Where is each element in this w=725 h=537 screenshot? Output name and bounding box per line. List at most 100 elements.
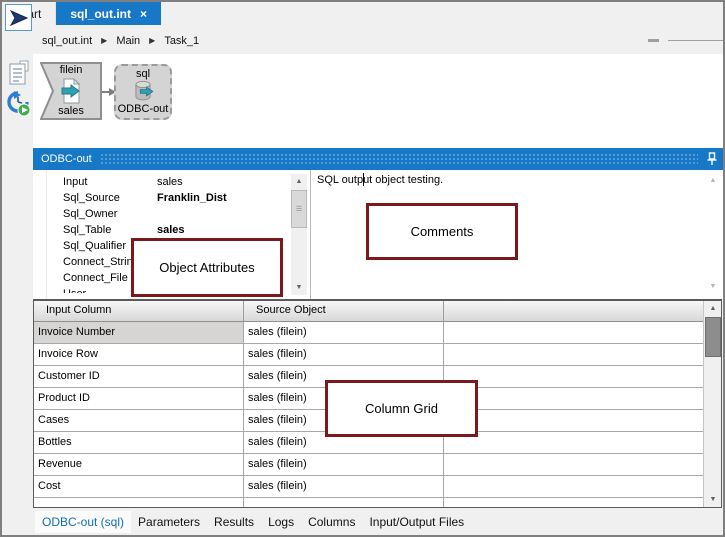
attribute-value[interactable]: Franklin_Dist bbox=[157, 190, 292, 206]
database-arrow-icon bbox=[135, 80, 154, 101]
breadcrumb-item-main[interactable]: Main bbox=[116, 35, 140, 47]
node-name-label: sales bbox=[58, 105, 84, 117]
node-sql-odbc-out[interactable]: sql ODBC-out bbox=[114, 64, 172, 120]
cell-input-column[interactable]: Revenue bbox=[34, 454, 244, 475]
annotation-comments: Comments bbox=[366, 203, 518, 260]
bottom-tab-odbc-out-sql-[interactable]: ODBC-out (sql) bbox=[35, 511, 132, 533]
table-row[interactable]: Invoice Row sales (filein) bbox=[34, 344, 703, 366]
column-grid-header: Input Column Source Object bbox=[34, 301, 703, 322]
attribute-value[interactable] bbox=[157, 206, 292, 222]
bottom-tab-columns[interactable]: Columns bbox=[301, 511, 362, 533]
attribute-label: Sql_Owner bbox=[63, 208, 118, 220]
cell-extra[interactable] bbox=[444, 388, 703, 409]
flow-design-icon bbox=[9, 9, 28, 26]
attribute-row[interactable]: Sql_Table sales bbox=[48, 222, 292, 238]
bottom-tabbar: ODBC-out (sql) Parameters Results Logs C… bbox=[2, 509, 723, 535]
annotation-label: Column Grid bbox=[365, 401, 438, 416]
scroll-down-icon[interactable]: ▼ bbox=[704, 492, 721, 507]
chevron-right-icon: ▶ bbox=[149, 36, 156, 45]
table-row[interactable] bbox=[34, 498, 703, 507]
cell-extra[interactable] bbox=[444, 410, 703, 431]
run-history-button[interactable] bbox=[7, 90, 31, 118]
scroll-up-icon[interactable]: ▲ bbox=[704, 301, 721, 316]
app-window: Start sql_out.int × sql_out.int ▶ Main ▶… bbox=[0, 0, 725, 537]
attribute-row[interactable]: Sql_Source Franklin_Dist bbox=[48, 190, 292, 206]
cell-input-column[interactable]: Invoice Row bbox=[34, 344, 244, 365]
cell-input-column[interactable]: Bottles bbox=[34, 432, 244, 453]
breadcrumb-item-file[interactable]: sql_out.int bbox=[42, 35, 92, 47]
bottom-tab-input-output-files[interactable]: Input/Output Files bbox=[362, 511, 471, 533]
annotation-object-attributes: Object Attributes bbox=[131, 238, 283, 297]
attribute-value[interactable]: sales bbox=[157, 174, 292, 190]
attribute-row[interactable]: Sql_Owner bbox=[48, 206, 292, 222]
panel-splitter-line bbox=[668, 40, 723, 41]
cell-input-column[interactable]: Customer ID bbox=[34, 366, 244, 387]
cell-extra[interactable] bbox=[444, 454, 703, 475]
panel-header-dots bbox=[99, 153, 698, 165]
table-row[interactable]: Invoice Number sales (filein) bbox=[34, 322, 703, 344]
bottom-tab-results[interactable]: Results bbox=[207, 511, 261, 533]
annotation-label: Object Attributes bbox=[159, 260, 255, 275]
column-header-extra[interactable] bbox=[444, 301, 703, 321]
scroll-down-icon[interactable]: ▼ bbox=[291, 280, 307, 295]
cell-extra[interactable] bbox=[444, 498, 703, 507]
annotation-label: Comments bbox=[410, 224, 474, 239]
cell-source-object[interactable]: sales (filein) bbox=[244, 454, 444, 475]
cell-input-column[interactable]: Invoice Number bbox=[34, 322, 244, 343]
breadcrumb: sql_out.int ▶ Main ▶ Task_1 bbox=[42, 25, 199, 56]
attribute-row[interactable]: Input sales bbox=[48, 174, 292, 190]
cell-input-column[interactable] bbox=[34, 498, 244, 507]
node-type-label: sql bbox=[135, 68, 151, 80]
flow-canvas[interactable]: filein sales sql ODBC-out bbox=[33, 54, 723, 148]
cell-extra[interactable] bbox=[444, 344, 703, 365]
table-row[interactable]: Revenue sales (filein) bbox=[34, 454, 703, 476]
cell-source-object[interactable]: sales (filein) bbox=[244, 344, 444, 365]
attribute-value[interactable]: sales bbox=[157, 222, 292, 238]
scroll-up-icon[interactable]: ▲ bbox=[705, 173, 721, 188]
scroll-up-icon[interactable]: ▲ bbox=[291, 174, 307, 189]
scrollbar-thumb[interactable] bbox=[705, 317, 721, 357]
close-icon[interactable]: × bbox=[140, 7, 147, 21]
breadcrumb-item-task[interactable]: Task_1 bbox=[164, 35, 199, 47]
attribute-label: Sql_Source bbox=[63, 192, 120, 204]
attribute-label: Input bbox=[63, 176, 88, 188]
cell-extra[interactable] bbox=[444, 366, 703, 387]
file-arrow-icon bbox=[61, 77, 81, 103]
comments-text[interactable]: SQL output object testing. bbox=[317, 174, 443, 186]
attributes-scrollbar[interactable]: ▲ ☰ ▼ bbox=[291, 174, 307, 295]
attributes-gutter bbox=[33, 170, 47, 299]
panel-title: ODBC-out bbox=[41, 153, 92, 165]
bottom-tab-parameters[interactable]: Parameters bbox=[131, 511, 207, 533]
bottom-tab-logs[interactable]: Logs bbox=[261, 511, 301, 533]
cell-extra[interactable] bbox=[444, 432, 703, 453]
node-name-label: ODBC-out bbox=[117, 103, 169, 115]
report-button[interactable] bbox=[7, 59, 31, 87]
node-filein-sales[interactable]: filein sales bbox=[40, 62, 102, 120]
scrollbar-thumb[interactable]: ☰ bbox=[291, 190, 307, 228]
node-type-label: filein bbox=[59, 64, 83, 76]
cell-input-column[interactable]: Product ID bbox=[34, 388, 244, 409]
cell-input-column[interactable]: Cost bbox=[34, 476, 244, 497]
odbc-out-panel-header[interactable]: ODBC-out bbox=[33, 148, 723, 170]
table-row[interactable]: Cost sales (filein) bbox=[34, 476, 703, 498]
tab-sql-out[interactable]: sql_out.int × bbox=[56, 2, 162, 25]
column-header-input-column[interactable]: Input Column bbox=[34, 301, 244, 321]
attribute-label: Sql_Table bbox=[63, 224, 112, 236]
tab-sql-out-label: sql_out.int bbox=[70, 6, 132, 21]
panel-collapse-handle[interactable] bbox=[648, 39, 659, 42]
cell-source-object[interactable] bbox=[244, 498, 444, 507]
report-icon bbox=[9, 60, 29, 85]
column-header-source-object[interactable]: Source Object bbox=[244, 301, 444, 321]
flow-design-button[interactable] bbox=[5, 4, 32, 31]
cell-extra[interactable] bbox=[444, 476, 703, 497]
text-caret bbox=[363, 173, 364, 186]
scroll-down-icon[interactable]: ▼ bbox=[705, 279, 721, 294]
grid-scrollbar[interactable]: ▲ ▼ bbox=[703, 301, 721, 507]
cell-input-column[interactable]: Cases bbox=[34, 410, 244, 431]
cell-extra[interactable] bbox=[444, 322, 703, 343]
cell-source-object[interactable]: sales (filein) bbox=[244, 322, 444, 343]
annotation-column-grid: Column Grid bbox=[325, 380, 478, 437]
toolbar: sql_out.int ▶ Main ▶ Task_1 bbox=[2, 25, 723, 56]
cell-source-object[interactable]: sales (filein) bbox=[244, 476, 444, 497]
pin-icon[interactable] bbox=[706, 152, 718, 166]
